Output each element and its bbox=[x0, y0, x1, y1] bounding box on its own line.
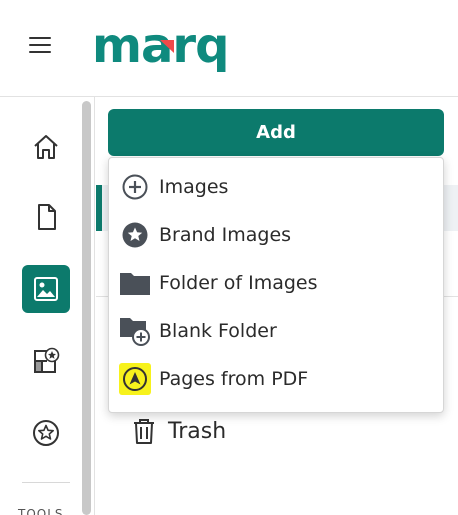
menu-item-images[interactable]: Images bbox=[109, 163, 443, 211]
star-icon bbox=[33, 420, 59, 446]
rail-item-documents[interactable] bbox=[22, 193, 70, 241]
rail-item-home[interactable] bbox=[22, 123, 70, 171]
left-rail: TOOLS bbox=[0, 97, 95, 515]
home-icon bbox=[34, 135, 58, 159]
rail-tools-label: TOOLS bbox=[18, 507, 64, 515]
app-window: marq TOOLS Add Trash Images Brand Images… bbox=[0, 0, 458, 515]
rail-item-brand-templates[interactable] bbox=[22, 337, 70, 385]
menu-item-label: Brand Images bbox=[159, 224, 292, 246]
top-header: marq bbox=[0, 0, 458, 97]
selected-row-indicator bbox=[96, 185, 102, 231]
hamburger-menu-icon[interactable] bbox=[29, 37, 51, 55]
document-icon bbox=[38, 204, 56, 230]
trash-label: Trash bbox=[168, 418, 227, 444]
menu-item-blank-folder[interactable]: Blank Folder bbox=[109, 307, 443, 355]
trash-item[interactable]: Trash bbox=[132, 417, 226, 445]
folder-icon bbox=[119, 267, 151, 299]
brand-template-icon bbox=[34, 347, 60, 373]
rail-divider bbox=[22, 482, 70, 483]
image-icon bbox=[34, 277, 58, 301]
folder-plus-icon bbox=[119, 315, 151, 347]
menu-item-folder-of-images[interactable]: Folder of Images bbox=[109, 259, 443, 307]
star-circle-icon bbox=[119, 219, 151, 251]
add-button[interactable]: Add bbox=[108, 109, 444, 156]
menu-item-label: Blank Folder bbox=[159, 320, 277, 342]
pdf-icon bbox=[119, 363, 151, 395]
logo-accent-mark bbox=[160, 40, 174, 53]
trash-icon bbox=[134, 419, 154, 444]
menu-item-brand-images[interactable]: Brand Images bbox=[109, 211, 443, 259]
rail-item-images[interactable] bbox=[22, 265, 70, 313]
plus-circle-icon bbox=[119, 171, 151, 203]
menu-item-label: Pages from PDF bbox=[159, 368, 309, 390]
menu-item-label: Folder of Images bbox=[159, 272, 318, 294]
menu-item-pages-from-pdf[interactable]: Pages from PDF bbox=[109, 355, 443, 403]
rail-scrollbar[interactable] bbox=[82, 101, 91, 515]
add-dropdown-menu: Images Brand Images Folder of Images Bla… bbox=[108, 157, 444, 413]
rail-item-favorites[interactable] bbox=[22, 409, 70, 457]
menu-item-label: Images bbox=[159, 176, 229, 198]
